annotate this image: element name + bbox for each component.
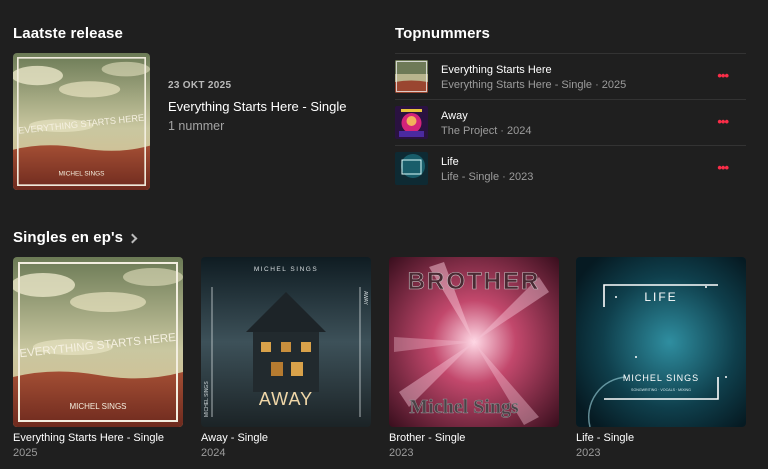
single-cover: LIFE MICHEL SINGS SONGWRITING · VOCALS ·… (576, 257, 746, 427)
single-cover-text: LIFE (644, 290, 677, 304)
single-cover-text: BROTHER (408, 268, 541, 295)
more-options-icon[interactable]: ••• (717, 160, 729, 175)
song-artwork (395, 106, 428, 139)
single-name: Brother - Single (389, 432, 466, 444)
song-subtitle: Everything Starts Here - Single · 2025 (441, 79, 627, 91)
artist-page: Laatste release EVERYTHING STARTS HERE M… (0, 0, 768, 469)
single-year: 2025 (13, 447, 38, 459)
latest-release-date: 23 OKT 2025 (168, 80, 232, 91)
latest-release-info: 23 OKT 2025 Everything Starts Here - Sin… (168, 80, 346, 133)
single-card[interactable]: LIFE MICHEL SINGS SONGWRITING · VOCALS ·… (576, 257, 746, 459)
song-title: Away (441, 110, 468, 122)
single-cover-artist: MICHEL SINGS (69, 402, 126, 411)
single-cover-artist: MICHEL SINGS (623, 373, 699, 383)
single-cover-spine-left: MICHEL SINGS (204, 381, 210, 417)
single-cover: BROTHER Michel Sings (389, 257, 559, 427)
song-title: Life (441, 156, 459, 168)
single-name: Everything Starts Here - Single (13, 432, 165, 444)
single-name: Away - Single (201, 432, 269, 444)
song-row[interactable]: Life Life - Single · 2023 ••• (395, 145, 746, 191)
chevron-right-icon (127, 233, 138, 243)
more-options-icon[interactable]: ••• (717, 68, 729, 83)
song-artwork (395, 152, 428, 185)
single-cover-small-print: SONGWRITING · VOCALS · MIXING (631, 388, 691, 392)
single-cover-text: AWAY (259, 389, 313, 409)
latest-release-track-count: 1 nummer (168, 119, 225, 133)
single-card[interactable]: MICHEL SINGS AWAY MICHEL SINGS AWAY Away… (201, 257, 371, 459)
single-cover: EVERYTHING STARTS HERE MICHEL SINGS (13, 257, 183, 427)
song-subtitle: The Project · 2024 (441, 125, 532, 137)
single-card[interactable]: EVERYTHING STARTS HERE MICHEL SINGS Ever… (13, 257, 183, 459)
latest-release-heading: Laatste release (13, 25, 123, 42)
song-artwork (395, 60, 428, 93)
top-songs-list: Everything Starts Here Everything Starts… (395, 53, 746, 191)
latest-cover-artist: MICHEL SINGS (59, 170, 105, 177)
single-year: 2023 (576, 447, 601, 459)
song-row[interactable]: Everything Starts Here Everything Starts… (395, 53, 746, 99)
song-title: Everything Starts Here (441, 64, 552, 76)
song-subtitle: Life - Single · 2023 (441, 171, 534, 183)
single-year: 2023 (389, 447, 414, 459)
single-cover-artist: Michel Sings (409, 396, 519, 418)
single-card[interactable]: BROTHER Michel Sings Brother - Single 20… (389, 257, 559, 459)
latest-release-title[interactable]: Everything Starts Here - Single (168, 99, 346, 114)
single-cover-spine-right: AWAY (362, 291, 368, 306)
more-options-icon[interactable]: ••• (717, 114, 729, 129)
single-cover-artist: MICHEL SINGS (254, 266, 318, 273)
single-name: Life - Single (576, 432, 635, 444)
song-row[interactable]: Away The Project · 2024 ••• (395, 99, 746, 145)
single-year: 2024 (201, 447, 226, 459)
singles-heading-link[interactable]: Singles en ep's (13, 229, 138, 246)
latest-release-cover[interactable]: EVERYTHING STARTS HERE MICHEL SINGS (13, 53, 150, 190)
top-songs-heading: Topnummers (395, 25, 490, 42)
single-cover: MICHEL SINGS AWAY MICHEL SINGS AWAY (201, 257, 371, 427)
singles-heading: Singles en ep's (13, 229, 124, 246)
